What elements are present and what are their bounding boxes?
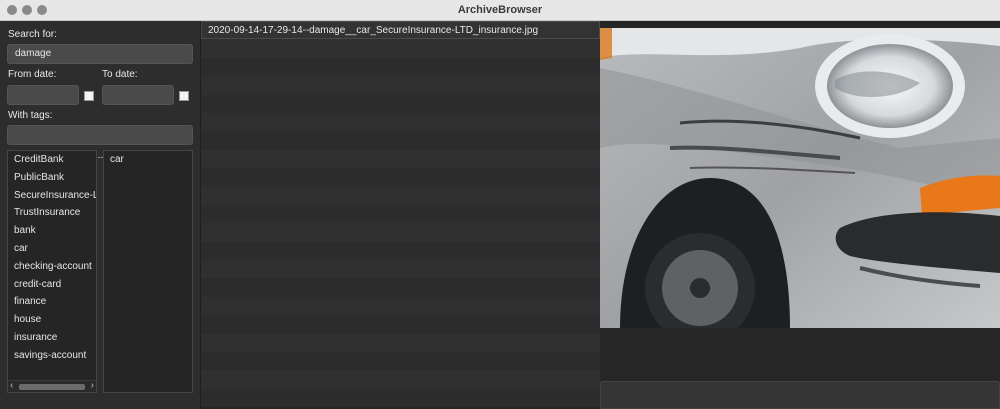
notes-field[interactable]	[600, 381, 1000, 409]
tag-item[interactable]: TrustInsurance	[8, 204, 96, 222]
from-date-input[interactable]	[7, 85, 79, 105]
preview-panel	[600, 21, 1000, 409]
window-title: ArchiveBrowser	[457, 4, 543, 16]
archive-browser-window: ArchiveBrowser Search for: damage From d…	[0, 0, 1000, 409]
damaged-car-photo	[600, 28, 1000, 328]
file-list[interactable]: 2020-09-14-17-29-14--damage__car_SecureI…	[200, 21, 600, 409]
tags-filter-input[interactable]	[7, 125, 193, 145]
tag-item[interactable]: house	[8, 311, 96, 329]
file-row[interactable]: 2020-09-14-17-29-14--damage__car_SecureI…	[201, 21, 600, 40]
tag-item[interactable]: insurance	[8, 329, 96, 347]
empty-row	[201, 315, 600, 334]
empty-row	[201, 186, 600, 205]
to-date-label: To date:	[102, 69, 138, 80]
empty-row	[201, 333, 600, 353]
tag-item[interactable]: SecureInsurance-LT	[8, 187, 96, 205]
empty-row	[201, 94, 600, 113]
filter-panel: Search for: damage From date: To date: W…	[0, 21, 200, 409]
empty-row	[201, 39, 600, 58]
empty-row	[201, 112, 600, 132]
empty-row	[201, 241, 600, 261]
empty-row	[201, 223, 600, 242]
tag-item[interactable]: savings-account	[8, 347, 96, 365]
tag-item[interactable]: credit-card	[8, 276, 96, 294]
image-preview	[600, 28, 1000, 328]
scroll-left-icon[interactable]: ‹	[10, 380, 13, 391]
scrollbar-thumb[interactable]	[19, 384, 85, 390]
empty-row	[201, 352, 600, 371]
to-date-input[interactable]	[102, 85, 174, 105]
search-input[interactable]: damage	[7, 44, 193, 64]
tag-item[interactable]: bank	[8, 222, 96, 240]
empty-row	[201, 260, 600, 279]
tags-filter-label: With tags:	[8, 110, 53, 121]
empty-row	[201, 204, 600, 224]
from-date-label: From date:	[8, 69, 57, 80]
empty-row	[201, 370, 600, 389]
tag-item[interactable]: PublicBank	[8, 169, 96, 187]
empty-row	[201, 278, 600, 297]
search-label: Search for:	[8, 29, 57, 40]
tag-item[interactable]: car	[8, 240, 96, 258]
selected-tag-item[interactable]: car	[104, 151, 192, 169]
scroll-right-icon[interactable]: ›	[91, 380, 94, 391]
empty-row	[201, 57, 600, 77]
tags-horizontal-scrollbar[interactable]: ‹ ›	[8, 380, 96, 392]
empty-row	[201, 131, 600, 150]
tag-item[interactable]: finance	[8, 293, 96, 311]
title-bar: ArchiveBrowser	[0, 0, 1000, 21]
from-date-checkbox[interactable]	[84, 91, 94, 101]
all-tags-list[interactable]: CreditBank PublicBank SecureInsurance-LT…	[7, 150, 97, 393]
tag-item[interactable]: checking-account	[8, 258, 96, 276]
empty-row	[201, 388, 600, 408]
selected-tags-list[interactable]: car	[103, 150, 193, 393]
empty-row	[201, 168, 600, 187]
empty-row	[201, 149, 600, 169]
to-date-checkbox[interactable]	[179, 91, 189, 101]
empty-row	[201, 296, 600, 316]
empty-row	[201, 76, 600, 95]
tag-item[interactable]: CreditBank	[8, 151, 96, 169]
